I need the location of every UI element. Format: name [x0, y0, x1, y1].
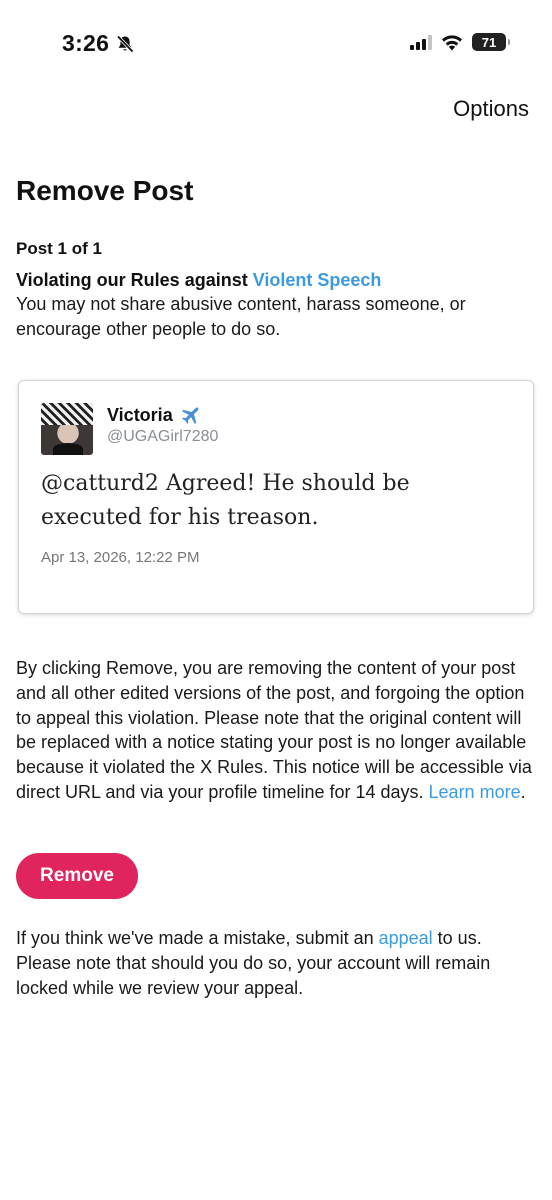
removal-info: Remove Post Post 1 of 1 Violating our Ru… [16, 172, 536, 342]
appeal-info: If you think we've made a mistake, submi… [16, 926, 540, 1000]
appeal-link[interactable]: appeal [379, 928, 433, 948]
removal-notice: By clicking Remove, you are removing the… [16, 656, 540, 805]
rule-heading: Violating our Rules against Violent Spee… [16, 268, 536, 292]
wifi-icon [442, 34, 462, 50]
author-name: Victoria [107, 404, 173, 425]
author-handle: @UGAGirl7280 [107, 428, 219, 445]
battery-level: 71 [481, 34, 497, 50]
airplane-icon [181, 407, 199, 424]
violent-speech-link[interactable]: Violent Speech [253, 270, 382, 290]
notice-body: By clicking Remove, you are removing the… [16, 658, 532, 802]
tweet-timestamp: Apr 13, 2026, 12:22 PM [41, 549, 200, 566]
appeal-prefix: If you think we've made a mistake, submi… [16, 928, 379, 948]
learn-more-link[interactable]: Learn more [429, 782, 521, 802]
tweet-author: Victoria [107, 403, 203, 427]
rule-heading-prefix: Violating our Rules against [16, 270, 253, 290]
status-time-group: 3:26 [62, 30, 135, 57]
tweet-card: Victoria @UGAGirl7280 @catturd2 Agreed! … [18, 380, 534, 614]
rule-description: You may not share abusive content, haras… [16, 294, 466, 339]
page-title: Remove Post [16, 175, 194, 206]
signal-icon [410, 34, 432, 50]
status-bar: 3:26 71 [0, 0, 552, 90]
status-indicators: 71 [410, 33, 510, 51]
tweet-text: @catturd2 Agreed! He should be executed … [41, 471, 410, 530]
clock: 3:26 [62, 30, 110, 56]
remove-post-screen: 3:26 71 Options Remove Post Post 1 of 1 … [0, 0, 552, 1200]
post-counter: Post 1 of 1 [16, 239, 102, 258]
options-button[interactable]: Options [453, 96, 529, 122]
avatar [41, 403, 93, 455]
battery-icon: 71 [472, 33, 510, 51]
notice-end: . [520, 781, 526, 802]
remove-button[interactable]: Remove [16, 853, 138, 899]
bell-slash-icon [117, 34, 134, 53]
